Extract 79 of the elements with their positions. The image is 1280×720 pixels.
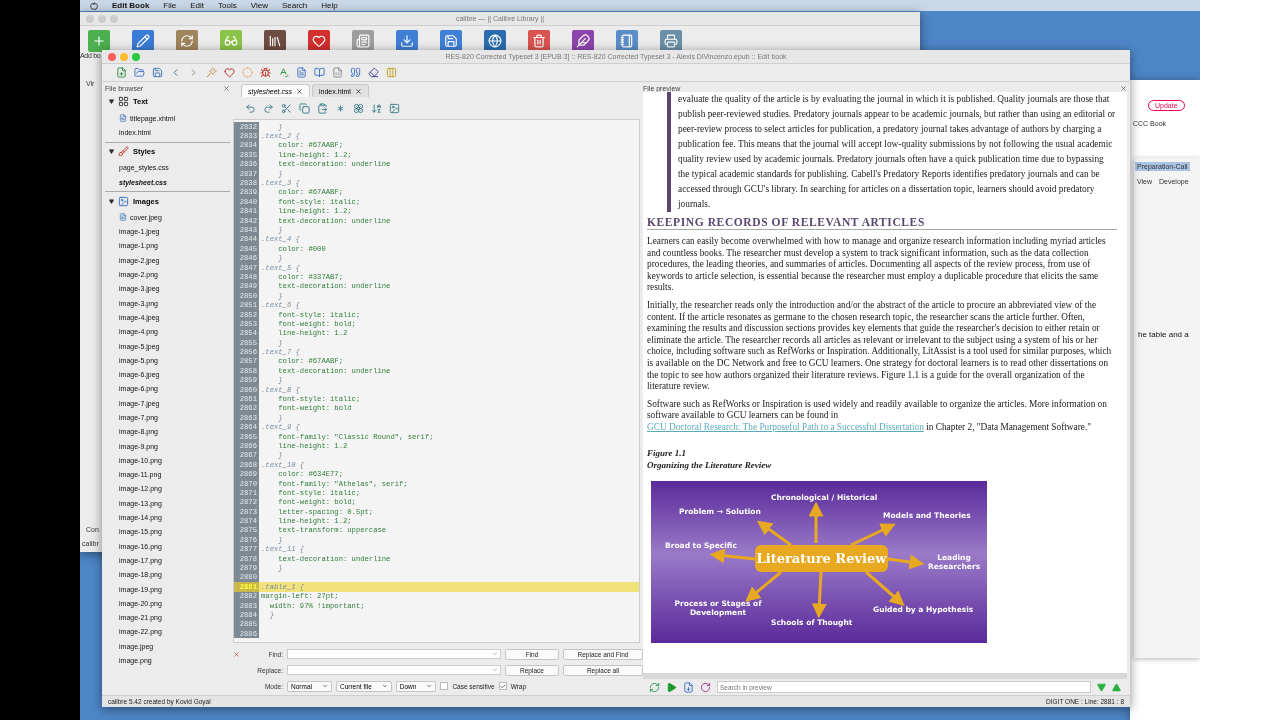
image-icon[interactable]	[389, 102, 400, 114]
brush-icon	[118, 146, 129, 158]
pencil-icon[interactable]	[132, 30, 154, 52]
grid-icon	[118, 96, 129, 107]
document-icon[interactable]	[296, 67, 307, 78]
close-icon[interactable]	[354, 87, 362, 95]
cut-icon[interactable]	[281, 102, 292, 114]
check-icon	[499, 682, 506, 690]
document-icon[interactable]	[683, 681, 694, 693]
block-quote: evaluate the quality of the article is by evaluating the journal in which it is published. Quality journals are those that publish peer-reviewed studies. Predatory journals appear to be academic journals, but rather than using an editorial or peer-review process to select articles for publication, a predatory journal takes advantage of authors by charging a publication fee. This means that the journal will accept low-quality submissions by not following the usual academic quality review used by academic journals. Predatory journals often have a quick publication time due to bypassing the typical academic standards for publishing. Cabell's Predatory Reports identifies predatory journals and can be accessed through GCU's library. In searching for articles on a dissertation topic, learners should avoid predatory journals.	[667, 92, 1117, 212]
find-field[interactable]	[287, 649, 501, 659]
undo-icon[interactable]	[245, 102, 256, 114]
save-icon[interactable]	[440, 30, 462, 52]
save-icon[interactable]	[152, 67, 163, 78]
caret-icon	[321, 683, 328, 689]
sort-icon[interactable]	[371, 102, 382, 114]
replace-field[interactable]	[287, 665, 501, 675]
refresh-icon[interactable]	[649, 681, 660, 693]
new-file-icon[interactable]	[116, 67, 127, 78]
wand-icon[interactable]	[206, 67, 217, 78]
file-icon	[119, 114, 127, 123]
checkbox[interactable]	[498, 682, 507, 690]
copy-icon[interactable]	[299, 102, 310, 114]
refresh-icon[interactable]	[176, 30, 198, 52]
document-text: he table and a	[1138, 330, 1189, 339]
menu-item[interactable]: Edit	[190, 1, 205, 10]
close-icon[interactable]	[223, 84, 230, 92]
paste-icon[interactable]	[317, 102, 328, 114]
dashed-circle-icon[interactable]	[242, 67, 253, 78]
quote-icon[interactable]	[350, 67, 361, 78]
open-folder-icon[interactable]	[134, 67, 145, 78]
expand-icon[interactable]	[109, 198, 114, 204]
code-editor[interactable]	[233, 119, 640, 643]
figure-number: Figure 1.1	[647, 447, 687, 458]
paragraph: Initially, the researcher reads only the introduction and/or the abstract of the article to procure an abbreviated view of the content. If the article resonates as germane to the chosen research topic, the researcher scans the article further. Often, examining the results and discussion sections provides key elements that guide the researcher's decision to either retain or eliminate the article. The researcher records all articles as relevant or irrelevant to the subject using a system of his or her choice, including software such as RefWorks or Inspiration. Additionally, LitAssist is a tool used for similar purposes, which is available on the DC Network and free to GCU learners. One strategy for doctoral learners is to read other dissertations on the topic to see how authors organized their literature reviews. Figure 1.1 is a guide for the overall organization of the literature review.	[647, 299, 1113, 393]
printer-icon[interactable]	[660, 30, 682, 52]
menu-item[interactable]: Edit Book	[112, 1, 150, 10]
file-icon	[119, 213, 127, 222]
close-icon[interactable]	[295, 87, 303, 95]
glasses-icon[interactable]	[220, 30, 242, 52]
menu-item[interactable]: File	[163, 1, 177, 10]
notebook-icon[interactable]	[616, 30, 638, 52]
spell-check-icon[interactable]	[278, 67, 289, 78]
globe-icon[interactable]	[484, 30, 506, 52]
feather-icon[interactable]	[572, 30, 594, 52]
expand-icon[interactable]	[109, 149, 114, 155]
code-file-icon[interactable]	[332, 67, 343, 78]
bug-icon[interactable]	[260, 67, 271, 78]
diagram-center-label: Literature Review	[755, 544, 888, 572]
menu-item[interactable]: View	[250, 1, 268, 10]
caret-icon	[426, 683, 433, 689]
plus-icon[interactable]	[88, 30, 110, 52]
paragraph: Software such as RefWorks or Inspiration is used widely and readily available to organize the articles. More information on software available to GCU learners can be found in GCU Doctoral Research: The Purposeful Path to a Successful Dissertation in Chapter 2, "Data Management Software."	[647, 398, 1108, 434]
caret-icon	[381, 683, 388, 689]
play-icon[interactable]	[666, 681, 677, 693]
paragraph: Learners can easily become overwhelmed with how to manage and organize research information including myriad articles and countless books. The researcher must develop a system to track significant information, such as the data collection procedures, the leading theories, and summaries of articles. Documenting all aspects of the review process, from use of keywords to article selection, is essential because the researcher must employ a duplicable procedure that elicits the same results.	[647, 236, 1107, 294]
section-heading: KEEPING RECORDS OF RELEVANT ARTICLES	[647, 216, 1117, 230]
books-icon[interactable]	[264, 30, 286, 52]
trash-icon[interactable]	[528, 30, 550, 52]
expand-icon[interactable]	[109, 99, 114, 104]
close-icon[interactable]	[1120, 84, 1127, 92]
close-icon[interactable]	[233, 650, 240, 658]
menu-item[interactable]: Tools	[218, 1, 237, 10]
menu-item[interactable]: Search	[281, 1, 308, 10]
checkbox[interactable]	[440, 682, 449, 690]
book-icon[interactable]	[314, 67, 325, 78]
apple-icon[interactable]	[90, 1, 98, 10]
download-icon[interactable]	[396, 30, 418, 52]
eraser-icon[interactable]	[368, 67, 379, 78]
figure-title: Organizing the Literature Review	[647, 459, 773, 470]
reload-icon[interactable]	[700, 681, 711, 693]
flower-icon[interactable]	[353, 102, 364, 114]
image-icon	[118, 195, 129, 207]
redo-icon[interactable]	[263, 102, 274, 114]
menu-item[interactable]: Help	[321, 1, 338, 10]
up-arrow-icon[interactable]	[1112, 682, 1121, 692]
newspaper-icon[interactable]	[352, 30, 374, 52]
heart-icon[interactable]	[224, 67, 235, 78]
down-arrow-icon[interactable]	[1097, 682, 1106, 692]
